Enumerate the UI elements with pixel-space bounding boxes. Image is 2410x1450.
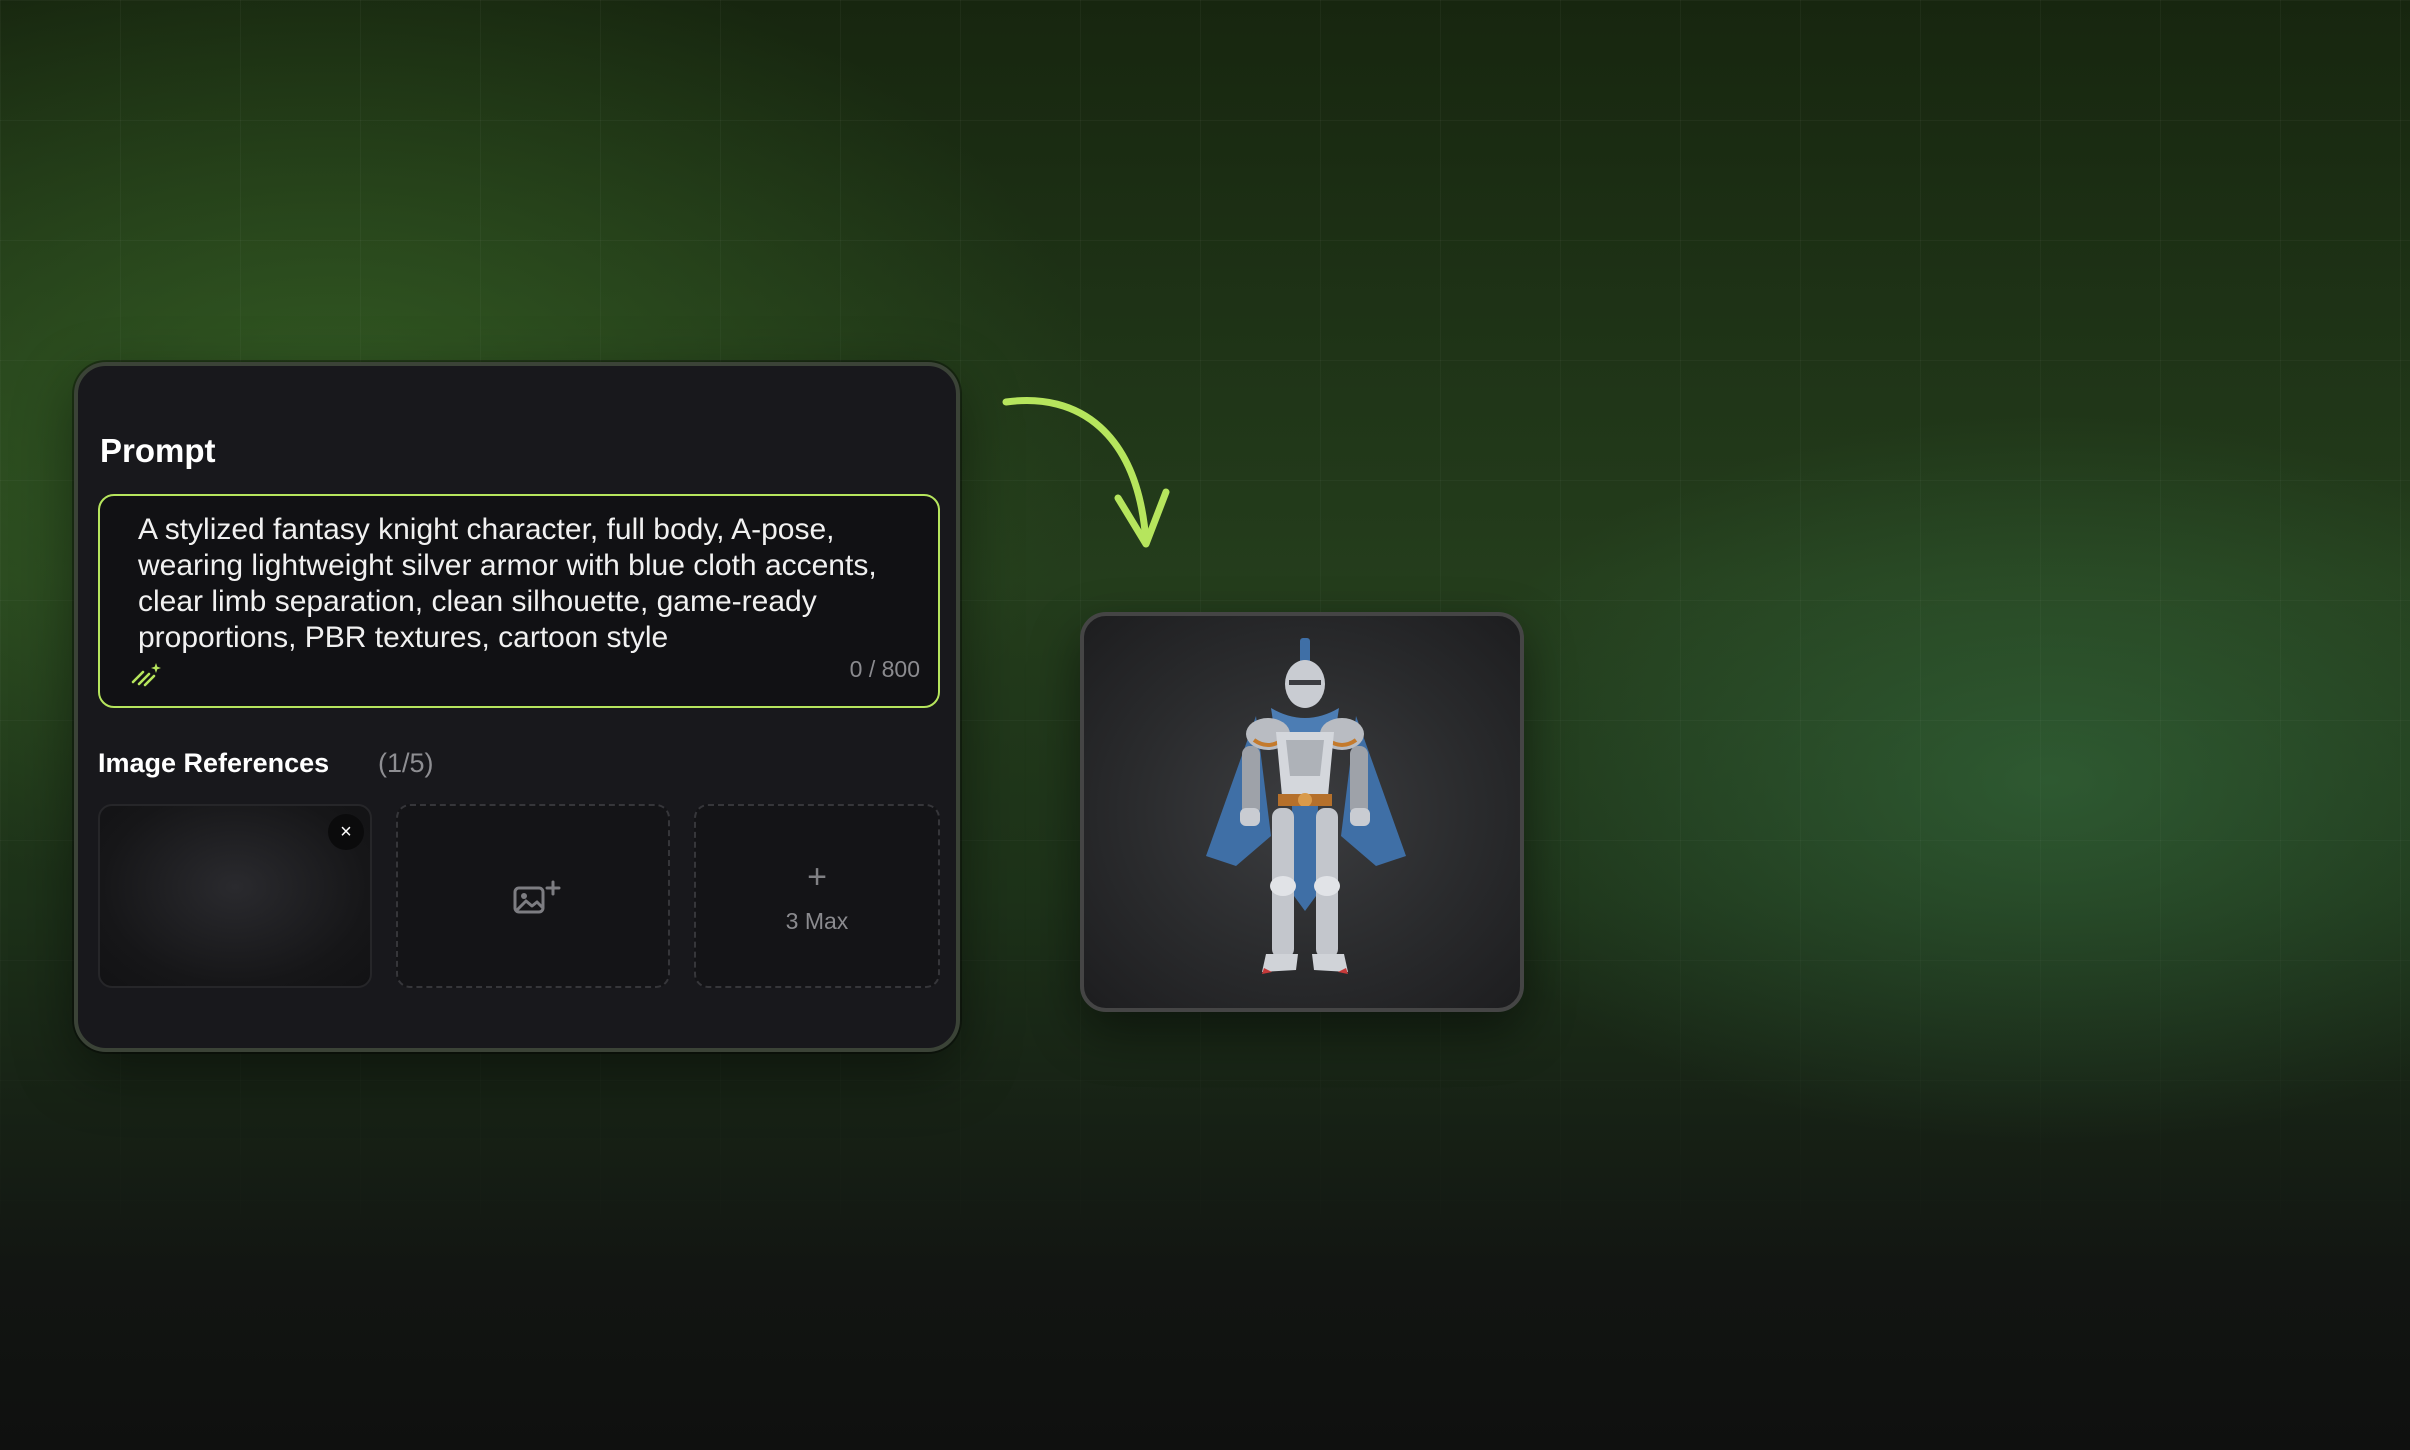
image-references-count: (1/5)	[378, 748, 434, 778]
image-references-title: Image References	[98, 748, 330, 778]
plus-icon: +	[807, 858, 827, 896]
magic-wand-icon[interactable]	[130, 660, 162, 688]
max-images-slot[interactable]: + 3 Max	[694, 804, 940, 988]
character-counter: 0 / 800	[849, 656, 920, 682]
add-image-icon	[513, 880, 561, 914]
curved-arrow-icon	[1002, 397, 1170, 548]
prompt-title: Prompt	[100, 432, 216, 469]
prompt-panel: Prompt A stylized fantasy knight charact…	[74, 362, 960, 1052]
prompt-textarea[interactable]: A stylized fantasy knight character, ful…	[98, 494, 940, 708]
max-images-label: 3 Max	[785, 908, 849, 934]
reference-image-thumbnail[interactable]: ×	[98, 804, 372, 988]
close-icon[interactable]: ×	[328, 814, 364, 850]
generated-model-preview[interactable]	[1080, 612, 1524, 1012]
knight-model-image	[1206, 638, 1406, 974]
prompt-text[interactable]: A stylized fantasy knight character, ful…	[138, 512, 928, 656]
add-image-slot[interactable]	[396, 804, 670, 988]
